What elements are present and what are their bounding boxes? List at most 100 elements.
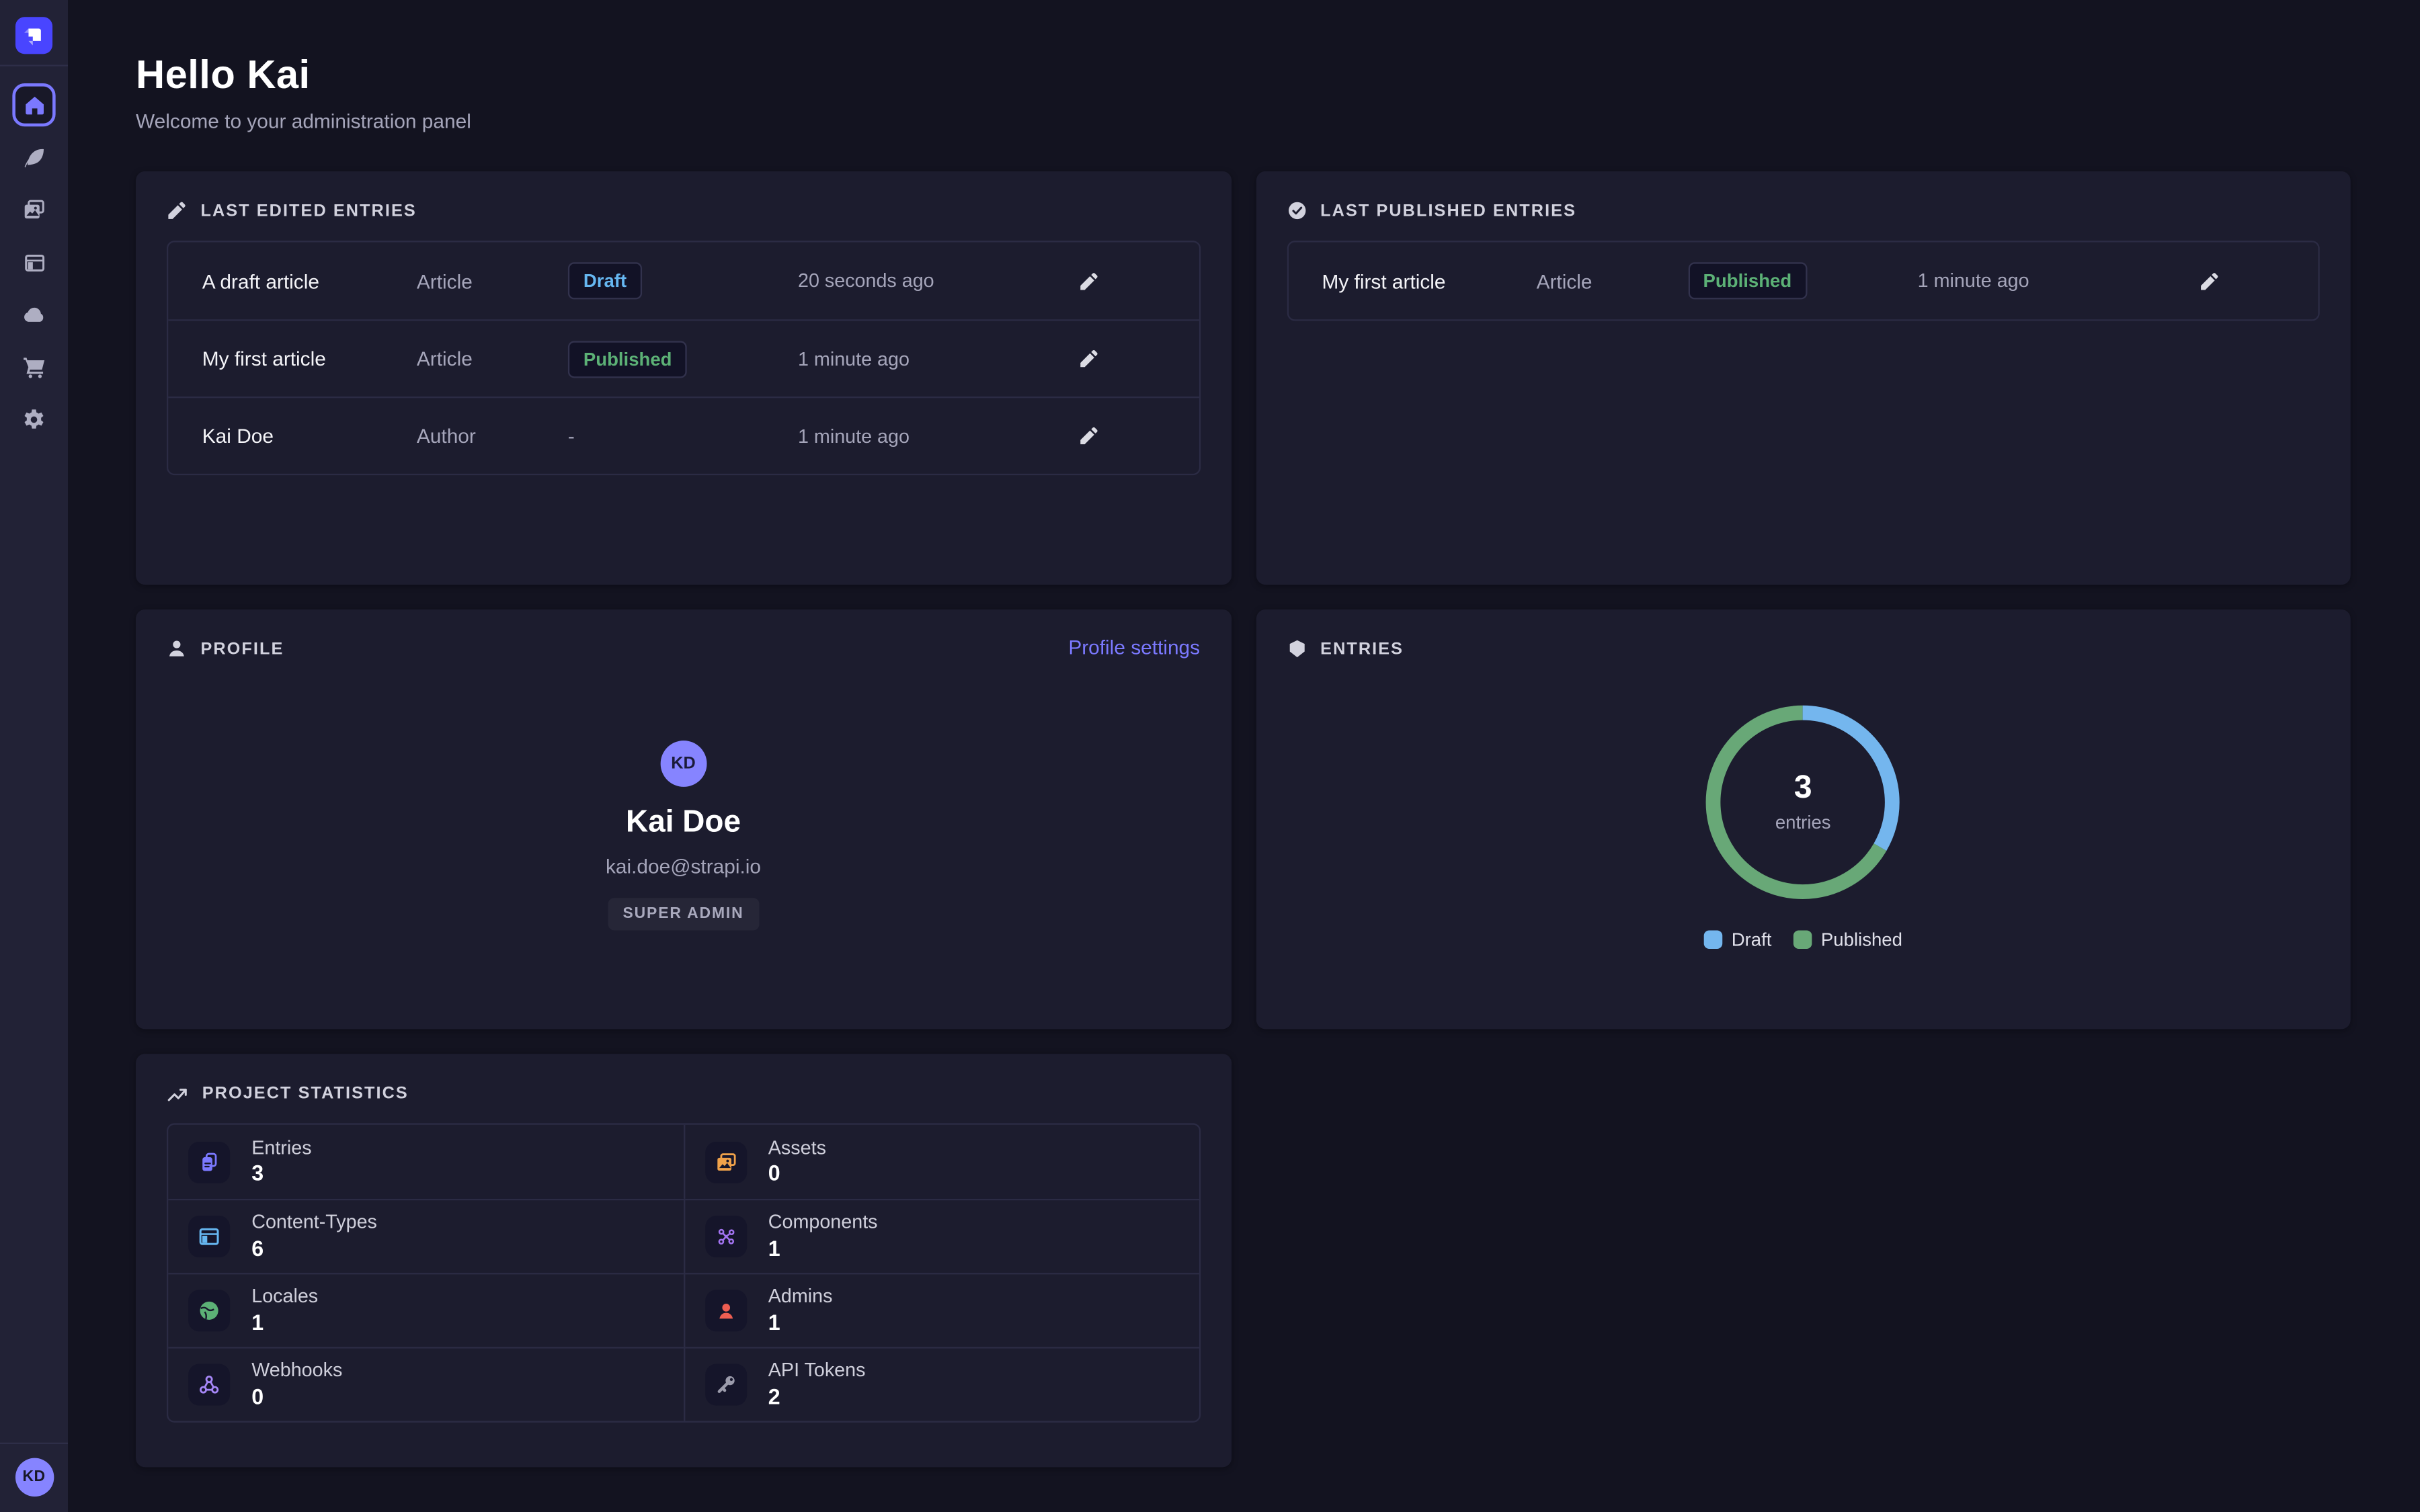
stat-value: 1 [251,1310,318,1336]
page-subtitle: Welcome to your administration panel [136,110,2351,132]
stat-assets: Assets 0 [684,1125,1199,1199]
edit-entry-button[interactable] [1079,426,1199,446]
entry-name: My first article [1322,269,1536,292]
stat-value: 1 [768,1236,878,1262]
strapi-logo[interactable] [15,17,52,54]
globe-icon [198,1299,220,1322]
sidebar-item-settings[interactable] [12,398,55,441]
table-row: Kai Doe Author - 1 minute ago [168,396,1199,474]
stat-entries: Entries 3 [168,1125,683,1199]
table-row: A draft article Article Draft 20 seconds… [168,242,1199,319]
last-edited-table: A draft article Article Draft 20 seconds… [167,241,1200,475]
stat-locales: Locales 1 [168,1273,683,1347]
edit-entry-button[interactable] [1079,271,1199,291]
sidebar-item-deploy[interactable] [12,293,55,336]
stats-table: Entries 3 [167,1123,1200,1422]
user-icon [714,1299,737,1322]
entries-count: 3 [1794,771,1812,804]
webhook-icon [198,1373,220,1396]
gear-icon [22,407,46,432]
stat-webhooks: Webhooks 0 [168,1347,683,1421]
role-badge: SUPER ADMIN [608,898,760,930]
published-swatch [1793,930,1812,949]
sidebar-divider [0,65,68,66]
layout-icon [22,251,45,274]
status-badge: Published [568,340,688,377]
entries-donut-chart: 3 entries [1695,694,1910,910]
stat-value: 1 [768,1310,833,1336]
status-badge: Draft [568,262,642,299]
stat-value: 0 [251,1384,342,1410]
user-avatar[interactable]: KD [15,1458,53,1497]
chart-legend: Draft Published [1703,929,1902,950]
documents-icon [198,1150,220,1173]
entry-type: Article [1537,269,1688,292]
main-content: Hello Kai Welcome to your administration… [68,0,2420,1512]
profile-email: kai.doe@strapi.io [606,855,761,878]
check-circle-icon [1287,200,1307,220]
key-icon [714,1373,737,1396]
stat-value: 2 [768,1384,866,1410]
stat-content-types: Content-Types 6 [168,1199,683,1273]
panel-title: LAST EDITED ENTRIES [200,202,416,220]
stat-label: Webhooks [251,1360,342,1382]
edit-entry-button[interactable] [1079,349,1199,369]
pencil-icon [1079,271,1099,291]
edit-entry-button[interactable] [2199,271,2318,291]
project-statistics-panel: PROJECT STATISTICS Entries [136,1054,1231,1467]
stat-label: API Tokens [768,1360,866,1382]
images-icon [22,198,46,222]
entry-time: 1 minute ago [1918,270,2199,292]
last-published-table: My first article Article Published 1 min… [1287,241,2320,321]
entry-time: 1 minute ago [798,425,1079,447]
sidebar-item-marketplace[interactable] [12,345,55,388]
stat-admins: Admins 1 [684,1273,1199,1347]
profile-avatar: KD [660,741,707,787]
last-edited-entries-panel: LAST EDITED ENTRIES A draft article Arti… [136,171,1231,585]
panel-title: PROJECT STATISTICS [202,1085,409,1103]
user-icon [167,639,187,659]
panel-title: LAST PUBLISHED ENTRIES [1320,202,1576,220]
cloud-icon [22,302,46,327]
layout-icon [198,1225,220,1248]
page-title: Hello Kai [136,51,2351,99]
panel-title: PROFILE [200,640,284,659]
panel-title: ENTRIES [1320,640,1404,659]
profile-name: Kai Doe [626,805,741,841]
sidebar-item-content-type-builder[interactable] [12,241,55,284]
strapi-admin-dashboard: KD Hello Kai Welcome to your administrat… [0,0,2420,1512]
entry-time: 1 minute ago [798,348,1079,370]
stat-label: Content-Types [251,1212,377,1234]
sidebar-item-content-manager[interactable] [12,136,55,179]
table-row: My first article Article Published 1 min… [1288,242,2318,319]
draft-swatch [1703,930,1722,949]
legend-label: Published [1821,929,1902,950]
home-icon [22,93,45,116]
trend-up-icon [167,1083,188,1105]
status-empty: - [568,423,575,446]
sidebar: KD [0,0,68,1512]
stat-label: Locales [251,1286,318,1308]
stat-api-tokens: API Tokens 2 [684,1347,1199,1421]
table-row: My first article Article Published 1 min… [168,319,1199,396]
pencil-icon [1079,349,1099,369]
entries-count-label: entries [1775,812,1831,833]
cube-icon [1287,639,1307,659]
strapi-logo-icon [19,20,50,51]
legend-label: Draft [1732,929,1772,950]
sidebar-footer: KD [0,1443,68,1512]
legend-item-published: Published [1793,929,1902,950]
pictures-icon [714,1150,737,1173]
stat-value: 6 [251,1236,377,1262]
profile-panel: PROFILE Profile settings KD Kai Doe kai.… [136,610,1231,1029]
last-published-entries-panel: LAST PUBLISHED ENTRIES My first article … [1256,171,2351,585]
entry-type: Article [417,347,568,370]
profile-settings-link[interactable]: Profile settings [1068,636,1200,659]
sidebar-item-home[interactable] [12,83,55,126]
entry-name: My first article [202,347,417,370]
pencil-icon [167,200,187,220]
sidebar-item-media-library[interactable] [12,188,55,231]
entry-name: Kai Doe [202,424,417,447]
entries-panel: ENTRIES 3 entries [1256,610,2351,1029]
feather-icon [22,146,45,169]
